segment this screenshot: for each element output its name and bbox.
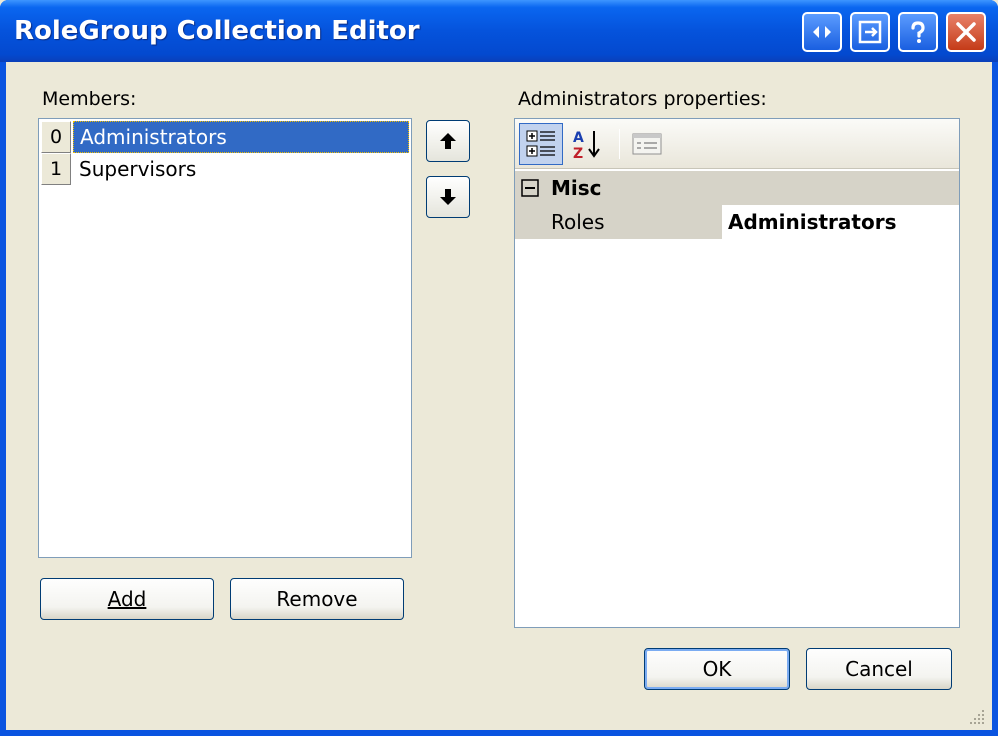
list-item-label[interactable]: Supervisors [73,153,409,185]
close-icon [956,22,976,42]
close-button[interactable] [946,12,986,52]
list-item[interactable]: 0 Administrators [41,121,409,153]
category-row-misc[interactable]: Misc [515,171,959,205]
swap-button[interactable] [802,12,842,52]
categorized-button[interactable] [519,123,563,165]
move-up-button[interactable] [426,120,470,162]
restore-icon [858,20,882,44]
property-value[interactable]: Administrators [721,205,959,239]
restore-button[interactable] [850,12,890,52]
title-bar[interactable]: RoleGroup Collection Editor [0,0,998,62]
dialog-client: Members: 0 Administrators 1 Supervisors … [6,62,992,730]
property-grid-toolbar: A Z [515,119,959,169]
list-item-index: 1 [41,153,71,185]
property-pages-button[interactable] [625,123,669,165]
properties-label: Administrators properties: [518,88,767,110]
help-icon [911,21,925,43]
property-name: Roles [551,210,605,234]
add-button-label: Add [107,587,147,611]
dialog-window: RoleGroup Collection Editor Members: 0 A… [0,0,998,736]
ok-button-label: OK [702,657,732,681]
window-title: RoleGroup Collection Editor [14,16,420,46]
list-item-index: 0 [41,121,71,153]
collapse-icon[interactable] [521,179,539,197]
add-button[interactable]: Add [40,578,214,620]
remove-button[interactable]: Remove [230,578,404,620]
arrow-up-icon [440,133,456,149]
cancel-button-label: Cancel [845,657,913,681]
category-label: Misc [551,176,602,200]
members-listbox[interactable]: 0 Administrators 1 Supervisors [38,118,412,558]
swap-icon [813,26,831,38]
list-item[interactable]: 1 Supervisors [41,153,409,185]
ok-button[interactable]: OK [644,648,790,690]
toolbar-separator [619,129,620,159]
property-grid[interactable]: A Z Misc Roles Administrators [514,118,960,628]
property-pages-icon [632,133,662,155]
move-down-button[interactable] [426,176,470,218]
alphabetical-button[interactable]: A Z [565,123,609,165]
remove-button-label: Remove [276,587,358,611]
cancel-button[interactable]: Cancel [806,648,952,690]
help-button[interactable] [898,12,938,52]
arrow-down-icon [440,189,456,205]
property-row-roles[interactable]: Roles Administrators [515,205,959,239]
alphabetical-icon: A Z [573,130,600,161]
members-label: Members: [42,88,137,110]
svg-text:A: A [573,130,584,146]
list-item-label[interactable]: Administrators [73,121,409,153]
categorized-icon [526,130,555,157]
resize-grip-icon[interactable] [968,708,986,726]
svg-text:Z: Z [573,146,583,161]
